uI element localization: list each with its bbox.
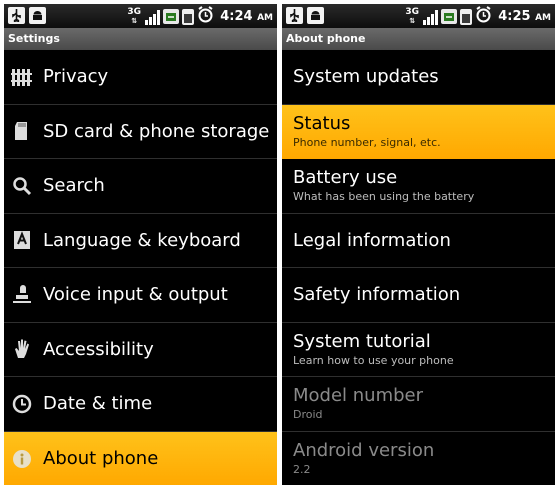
signal-icon bbox=[145, 9, 161, 25]
voice-icon bbox=[10, 283, 34, 307]
network-3g-icon: 3G ⇅ bbox=[127, 6, 142, 25]
settings-item-privacy[interactable]: Privacy bbox=[4, 50, 277, 105]
usb-icon bbox=[8, 7, 25, 24]
info-icon bbox=[10, 447, 34, 471]
keyboard-icon bbox=[10, 228, 34, 252]
about-item-system-updates[interactable]: System updates bbox=[282, 50, 555, 105]
status-clock: 4:25 AM bbox=[498, 9, 551, 24]
about-item-system-tutorial[interactable]: System tutorial Learn how to use your ph… bbox=[282, 323, 555, 377]
signal-icon bbox=[423, 9, 439, 25]
about-item-status[interactable]: Status Phone number, signal, etc. bbox=[282, 104, 555, 159]
search-icon bbox=[10, 174, 34, 198]
settings-list: Privacy SD card & phone storage Search L… bbox=[4, 50, 277, 485]
network-3g-icon: 3G ⇅ bbox=[405, 6, 420, 25]
alarm-icon bbox=[197, 6, 214, 27]
status-bar: 3G ⇅ 4:25 AM bbox=[282, 4, 555, 28]
settings-item-search[interactable]: Search bbox=[4, 159, 277, 214]
settings-item-language-keyboard[interactable]: Language & keyboard bbox=[4, 214, 277, 268]
about-item-safety-information[interactable]: Safety information bbox=[282, 268, 555, 323]
status-bar: 3G ⇅ 4:24 AM bbox=[4, 4, 277, 28]
accessibility-hand-icon bbox=[10, 337, 34, 361]
settings-item-date-time[interactable]: Date & time bbox=[4, 377, 277, 432]
about-phone-screen: 3G ⇅ 4:25 AM About phone System updates S… bbox=[282, 4, 555, 485]
alarm-icon bbox=[475, 6, 492, 27]
settings-item-voice[interactable]: Voice input & output bbox=[4, 268, 277, 323]
clock-icon bbox=[10, 392, 34, 416]
about-phone-list: System updates Status Phone number, sign… bbox=[282, 50, 555, 485]
gps-icon bbox=[441, 9, 458, 24]
page-title: About phone bbox=[282, 28, 555, 50]
usb-icon bbox=[286, 7, 303, 24]
about-item-android-version: Android version 2.2 bbox=[293, 440, 435, 477]
page-title: Settings bbox=[4, 28, 277, 50]
sd-card-icon bbox=[10, 119, 34, 143]
battery-icon bbox=[182, 8, 195, 25]
status-clock: 4:24 AM bbox=[220, 9, 273, 24]
android-icon bbox=[29, 7, 46, 24]
settings-item-accessibility[interactable]: Accessibility bbox=[4, 323, 277, 377]
settings-screen: 3G ⇅ 4:24 AM Settings Privacy SD card & p… bbox=[4, 4, 277, 485]
android-icon bbox=[307, 7, 324, 24]
settings-item-about-phone[interactable]: About phone bbox=[4, 431, 277, 485]
settings-item-sd-card[interactable]: SD card & phone storage bbox=[4, 105, 277, 159]
battery-icon bbox=[460, 8, 473, 25]
about-item-model-number: Model number Droid bbox=[282, 377, 555, 432]
privacy-icon bbox=[10, 65, 34, 89]
about-item-battery-use[interactable]: Battery use What has been using the batt… bbox=[282, 159, 555, 214]
about-item-legal-information[interactable]: Legal information bbox=[282, 214, 555, 268]
gps-icon bbox=[163, 9, 180, 24]
